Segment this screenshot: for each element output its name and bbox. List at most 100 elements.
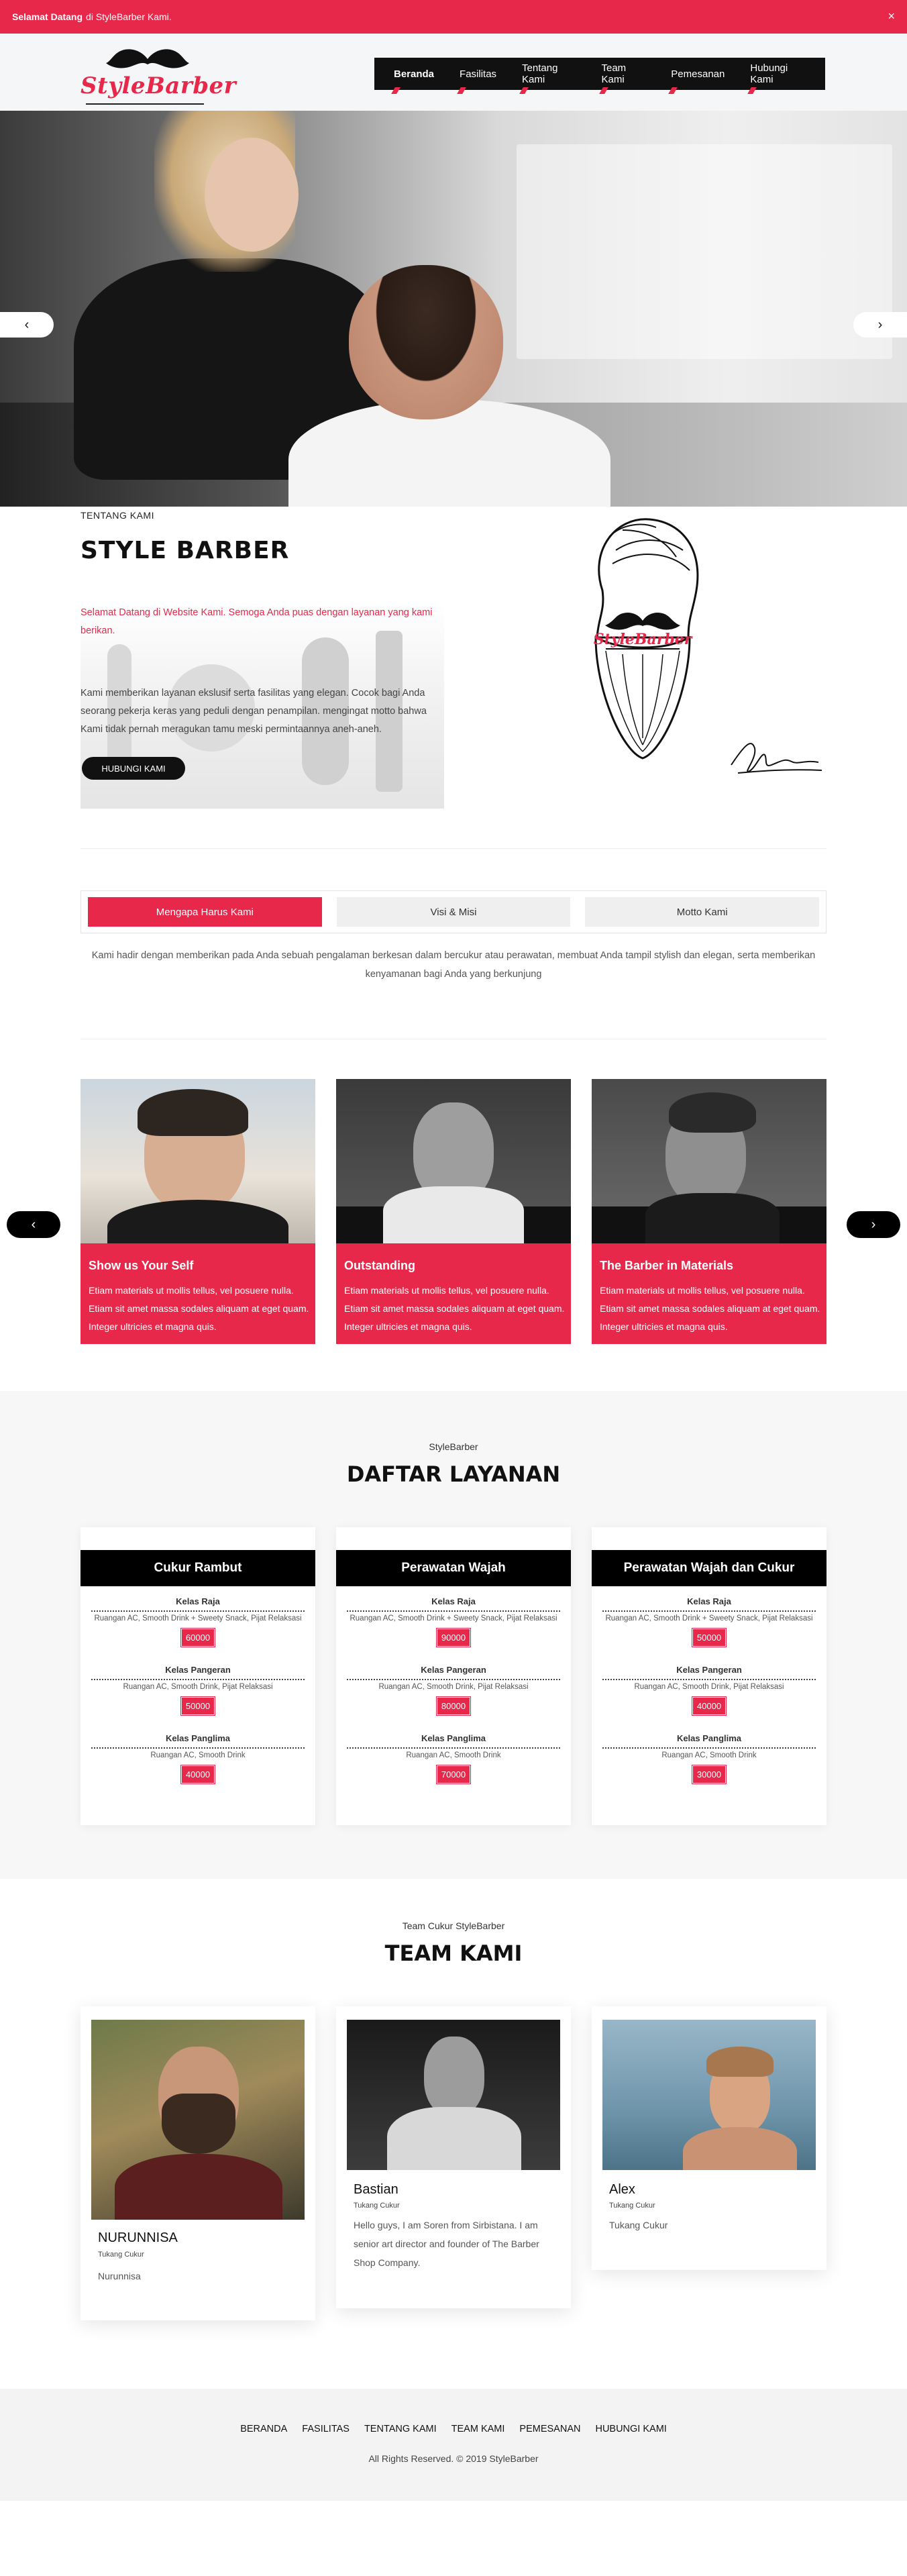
tier-divider [602,1679,816,1680]
tier-divider [91,1610,305,1612]
tab-motto-kami[interactable]: Motto Kami [585,897,820,927]
footer-link-tentang-kami[interactable]: TENTANG KAMI [364,2424,437,2434]
features-next-button[interactable]: › [847,1211,900,1238]
team-kicker: Team Cukur StyleBarber [402,1920,505,1931]
tier-description: Ruangan AC, Smooth Drink + Sweety Snack,… [605,1614,813,1622]
tier-name: Kelas Panglima [421,1733,486,1743]
service-tier: Kelas Raja Ruangan AC, Smooth Drink + Sw… [336,1596,571,1647]
nav-item-pemesanan[interactable]: Pemesanan [658,58,737,94]
service-tier: Kelas Pangeran Ruangan AC, Smooth Drink,… [336,1665,571,1716]
team-member-role: Tukang Cukur [609,2202,655,2210]
model-shirt [383,1186,524,1243]
nav-accent [519,87,529,94]
team-member-role: Tukang Cukur [354,2202,400,2210]
nav-accent [391,87,401,94]
tier-divider [91,1747,305,1749]
team-photo [347,2020,560,2170]
site-logo[interactable]: StyleBarber [81,46,236,105]
about-tabs: Mengapa Harus Kami Visi & Misi Motto Kam… [81,890,826,933]
tier-divider [347,1747,560,1749]
nav-accent [457,87,466,94]
tier-description: Ruangan AC, Smooth Drink [661,1751,757,1759]
feature-card: The Barber in Materials Etiam materials … [592,1079,826,1344]
nav-item-hubungi-kami[interactable]: Hubungi Kami [737,58,818,94]
tab-content: Kami hadir dengan memberikan pada Anda s… [91,950,816,980]
close-icon[interactable]: × [888,9,895,23]
hero-prev-button[interactable]: ‹ [0,312,54,338]
model-hair [138,1089,248,1136]
team-photo [602,2020,816,2170]
site-header: StyleBarber Beranda Fasilitas Tentang Ka… [0,34,907,111]
nav-label: Tentang Kami [522,62,558,85]
feature-title: Outstanding [344,1259,415,1272]
about-title: STYLE BARBER [81,537,290,564]
tier-name: Kelas Panglima [676,1733,742,1743]
nav-item-beranda[interactable]: Beranda [381,58,447,94]
site-footer: BERANDA FASILITAS TENTANG KAMI TEAM KAMI… [0,2389,907,2501]
about-content: Selamat Datang di Website Kami. Semoga A… [81,604,444,809]
team-card: Alex Tukang Cukur Tukang Cukur [592,2006,826,2270]
hero-slider: ‹ › [0,111,907,507]
logo-underline [86,103,204,105]
team-card: Bastian Tukang Cukur Hello guys, I am So… [336,2006,571,2308]
footer-link-fasilitas[interactable]: FASILITAS [302,2424,350,2434]
nav-accent [747,87,757,94]
feature-card: Outstanding Etiam materials ut mollis te… [336,1079,571,1344]
tier-name: Kelas Raja [431,1596,476,1606]
footer-link-team-kami[interactable]: TEAM KAMI [451,2424,505,2434]
hero-next-button[interactable]: › [853,312,907,338]
tier-name: Kelas Raja [687,1596,731,1606]
tier-divider [602,1747,816,1749]
model-shirt [645,1193,780,1243]
nav-label: Fasilitas [460,68,497,80]
tier-price: 90000 [435,1628,472,1647]
nav-accent [598,87,608,94]
beard-logo-text: StyleBarber [594,631,693,648]
nav-label: Beranda [394,68,435,80]
tier-description: Ruangan AC, Smooth Drink [150,1751,246,1759]
features-prev-button[interactable]: ‹ [7,1211,60,1238]
alert-strong: Selamat Datang [12,11,83,22]
tier-price: 80000 [435,1696,472,1716]
team-member-name: NURUNNISA [98,2230,178,2245]
nav-item-fasilitas[interactable]: Fasilitas [447,58,509,94]
member-shirt [387,2107,521,2170]
contact-button[interactable]: HUBUNGI KAMI [82,757,185,780]
bearded-man-illustration: StyleBarber [594,518,699,760]
nav-item-tentang-kami[interactable]: Tentang Kami [509,58,588,94]
service-tier: Kelas Panglima Ruangan AC, Smooth Drink … [81,1733,315,1784]
feature-title: The Barber in Materials [600,1259,734,1272]
footer-link-hubungi-kami[interactable]: HUBUNGI KAMI [595,2424,666,2434]
nav-item-team-kami[interactable]: Team Kami [589,58,659,94]
service-tier: Kelas Panglima Ruangan AC, Smooth Drink … [592,1733,826,1784]
feature-image [592,1079,826,1243]
tier-description: Ruangan AC, Smooth Drink, Pijat Relaksas… [634,1683,784,1691]
tier-price: 60000 [180,1628,216,1647]
tier-name: Kelas Raja [176,1596,220,1606]
alert-text: di StyleBarber Kami. [86,11,172,22]
service-card: Cukur Rambut Kelas Raja Ruangan AC, Smoo… [81,1527,315,1825]
tier-price: 30000 [691,1765,727,1784]
hero-client-head [349,265,503,419]
service-title: Perawatan Wajah [336,1550,571,1586]
service-title: Perawatan Wajah dan Cukur [592,1550,826,1586]
tier-price: 50000 [691,1628,727,1647]
tier-description: Ruangan AC, Smooth Drink, Pijat Relaksas… [378,1683,529,1691]
team-member-name: Alex [609,2182,635,2197]
footer-link-beranda[interactable]: BERANDA [240,2424,287,2434]
main-nav: Beranda Fasilitas Tentang Kami Team Kami… [374,58,825,94]
tab-mengapa-harus-kami[interactable]: Mengapa Harus Kami [88,897,322,927]
team-member-bio: Hello guys, I am Soren from Sirbistana. … [354,2220,539,2268]
member-hair [706,2047,773,2077]
nav-label: Hubungi Kami [750,62,788,85]
tab-visi-misi[interactable]: Visi & Misi [336,897,571,927]
feature-title: Show us Your Self [89,1259,194,1272]
team-photo [91,2020,305,2220]
about-kicker: TENTANG KAMI [81,510,154,521]
feature-text: Etiam materials ut mollis tellus, vel po… [89,1285,309,1332]
nav-label: Pemesanan [671,68,725,80]
footer-link-pemesanan[interactable]: PEMESANAN [519,2424,580,2434]
logo-text: StyleBarber [81,72,237,99]
service-tier: Kelas Raja Ruangan AC, Smooth Drink + Sw… [592,1596,826,1647]
tier-name: Kelas Pangeran [676,1665,742,1675]
